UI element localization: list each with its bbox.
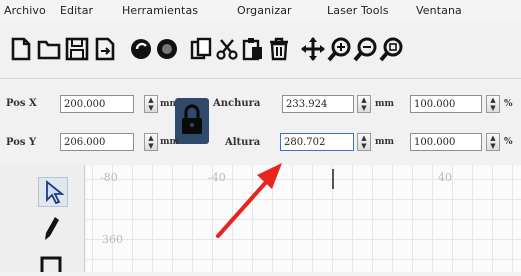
tool-palette	[0, 165, 84, 276]
zoom-in-icon[interactable]	[327, 36, 353, 62]
menu-editar[interactable]: Editar	[60, 4, 93, 17]
pos-y-spinner[interactable]: ▲ ▼	[144, 133, 158, 151]
pos-y-unit: mm	[160, 137, 180, 147]
new-file-icon[interactable]	[8, 36, 34, 62]
menu-ventana[interactable]: Ventana	[416, 4, 462, 17]
scale-x-unit: %	[504, 99, 513, 109]
height-label: Altura	[225, 137, 261, 148]
pos-x-label: Pos X	[6, 98, 37, 109]
menu-archivo[interactable]: Archivo	[4, 4, 46, 17]
width-unit: mm	[375, 99, 395, 109]
width-spinner[interactable]: ▲ ▼	[357, 95, 371, 113]
width-field[interactable]: 233.924	[282, 95, 354, 113]
toolbox-divider	[84, 165, 85, 272]
save-icon[interactable]	[64, 36, 90, 62]
rectangle-icon	[40, 256, 62, 276]
scale-y-unit: %	[504, 137, 513, 147]
trace-icon[interactable]	[128, 36, 154, 62]
menu-organizar[interactable]: Organizar	[237, 4, 292, 17]
scale-y-field[interactable]: 100.000	[410, 133, 482, 151]
scale-y-spinner[interactable]: ▲ ▼	[486, 133, 500, 151]
height-field[interactable]: 280.702	[280, 133, 354, 151]
main-toolbar	[0, 26, 521, 74]
cut-icon[interactable]	[214, 36, 240, 62]
ruler-label: -80	[100, 171, 118, 184]
ruler-label: -40	[208, 171, 226, 184]
draw-tool-button[interactable]	[40, 215, 64, 243]
copy-icon[interactable]	[188, 36, 214, 62]
toolbar-separator	[0, 78, 521, 79]
height-spinner[interactable]: ▲ ▼	[357, 133, 371, 151]
move-icon[interactable]	[300, 36, 326, 62]
width-label: Anchura	[213, 98, 261, 109]
zoom-fit-icon[interactable]	[379, 36, 405, 62]
design-canvas[interactable]: -80 -40 40 360	[86, 165, 521, 272]
menu-bar: Archivo Editar Herramientas Organizar La…	[0, 0, 521, 22]
pos-y-label: Pos Y	[6, 137, 37, 148]
pos-y-field[interactable]: 206.000	[60, 133, 134, 151]
open-folder-icon[interactable]	[36, 36, 62, 62]
delete-icon[interactable]	[266, 36, 292, 62]
rectangle-tool-button[interactable]	[40, 255, 62, 276]
import-icon[interactable]	[92, 36, 118, 62]
pointer-arrow-icon	[46, 180, 65, 205]
pos-x-spinner[interactable]: ▲ ▼	[144, 95, 158, 113]
preview-icon[interactable]	[154, 36, 180, 62]
scale-x-field[interactable]: 100.000	[410, 95, 482, 113]
zoom-out-icon[interactable]	[353, 36, 379, 62]
pen-icon	[45, 217, 59, 240]
pos-x-field[interactable]: 200.000	[60, 95, 134, 113]
lock-icon	[182, 104, 202, 134]
ruler-label: 360	[102, 233, 123, 246]
ruler-origin-marker	[332, 169, 334, 189]
menu-herramientas[interactable]: Herramientas	[122, 4, 198, 17]
aspect-lock-button[interactable]	[175, 98, 209, 144]
height-unit: mm	[375, 137, 395, 147]
paste-icon[interactable]	[240, 36, 266, 62]
select-tool-button[interactable]	[38, 177, 68, 207]
scale-x-spinner[interactable]: ▲ ▼	[486, 95, 500, 113]
menu-laser-tools[interactable]: Laser Tools	[327, 4, 389, 17]
ruler-label: 40	[438, 171, 452, 184]
